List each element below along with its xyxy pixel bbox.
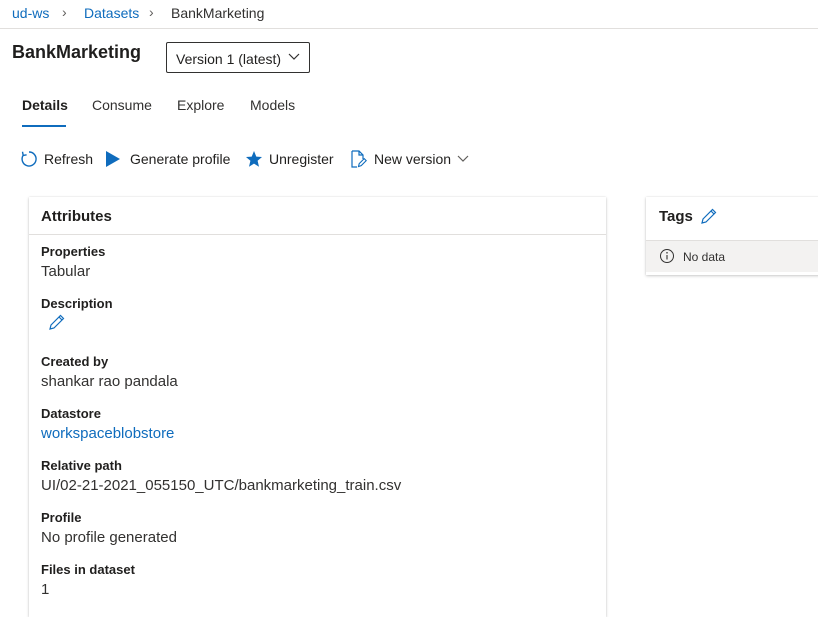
tags-empty-text: No data bbox=[683, 250, 726, 264]
breadcrumb-separator-icon: › bbox=[62, 4, 67, 20]
play-icon bbox=[106, 151, 120, 167]
datastore-label: Datastore bbox=[41, 406, 101, 421]
breadcrumb-separator-icon: › bbox=[149, 4, 154, 20]
relative-path-value: UI/02-21-2021_055150_UTC/bankmarketing_t… bbox=[41, 477, 402, 494]
info-icon bbox=[660, 249, 674, 263]
version-dropdown-value: Version 1 (latest) bbox=[176, 51, 282, 67]
created-by-label: Created by bbox=[41, 354, 109, 369]
unregister-button[interactable]: Unregister bbox=[245, 148, 337, 170]
files-in-dataset-value: 1 bbox=[41, 581, 50, 598]
unregister-label: Unregister bbox=[269, 151, 334, 167]
description-label: Description bbox=[41, 296, 113, 311]
profile-label: Profile bbox=[41, 510, 82, 525]
properties-value: Tabular bbox=[41, 263, 91, 280]
breadcrumb-datasets-link[interactable]: Datasets bbox=[84, 5, 139, 21]
breadcrumb: ud-ws › Datasets › BankMarketing bbox=[0, 0, 818, 29]
chevron-down-icon bbox=[457, 155, 469, 162]
attributes-title: Attributes bbox=[41, 208, 112, 225]
page-title: BankMarketing bbox=[12, 42, 142, 62]
attributes-card: Attributes Properties Tabular Descriptio… bbox=[29, 197, 606, 617]
tab-consume[interactable]: Consume bbox=[92, 97, 152, 113]
new-document-icon bbox=[351, 150, 367, 168]
edit-tags-pencil-icon[interactable] bbox=[700, 207, 718, 225]
files-in-dataset-label: Files in dataset bbox=[41, 562, 135, 577]
datastore-link[interactable]: workspaceblobstore bbox=[41, 425, 174, 442]
chevron-down-icon bbox=[288, 53, 300, 60]
profile-value: No profile generated bbox=[41, 529, 177, 546]
edit-description-pencil-icon[interactable] bbox=[48, 313, 66, 331]
refresh-icon bbox=[21, 151, 37, 167]
breadcrumb-current: BankMarketing bbox=[171, 5, 265, 21]
attributes-header: Attributes bbox=[29, 197, 606, 235]
tab-models[interactable]: Models bbox=[250, 97, 295, 113]
properties-label: Properties bbox=[41, 244, 106, 259]
tab-details[interactable]: Details bbox=[22, 97, 68, 113]
version-dropdown[interactable]: Version 1 (latest) bbox=[166, 42, 310, 73]
relative-path-label: Relative path bbox=[41, 458, 122, 473]
tags-empty-state: No data bbox=[646, 240, 818, 272]
new-version-label: New version bbox=[374, 151, 452, 167]
tab-explore[interactable]: Explore bbox=[177, 97, 224, 113]
refresh-button[interactable]: Refresh bbox=[20, 148, 94, 170]
generate-profile-label: Generate profile bbox=[130, 151, 231, 167]
created-by-value: shankar rao pandala bbox=[41, 373, 178, 390]
new-version-button[interactable]: New version bbox=[349, 148, 473, 170]
tags-title: Tags bbox=[659, 208, 693, 225]
generate-profile-button[interactable]: Generate profile bbox=[105, 148, 233, 170]
tags-card: Tags No data bbox=[646, 197, 818, 275]
star-icon bbox=[246, 151, 262, 167]
refresh-label: Refresh bbox=[44, 151, 94, 167]
breadcrumb-workspace-link[interactable]: ud-ws bbox=[12, 5, 49, 21]
active-tab-indicator bbox=[22, 125, 66, 127]
